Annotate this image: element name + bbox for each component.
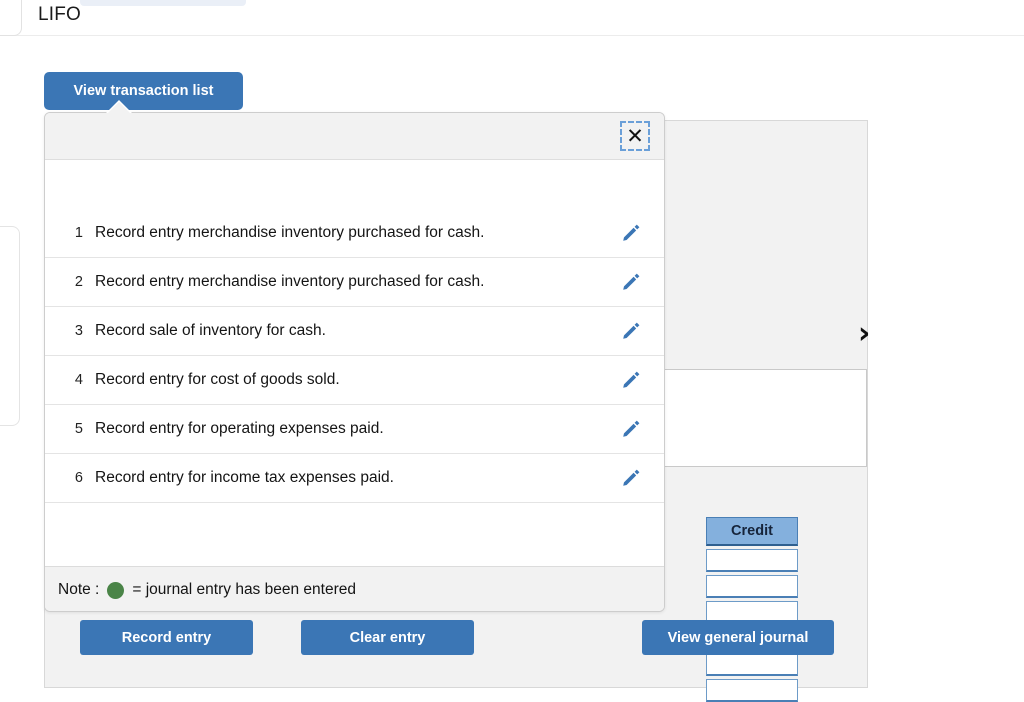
view-general-journal-button[interactable]: View general journal — [642, 620, 834, 655]
list-item-number: 4 — [74, 372, 83, 388]
close-icon-glyph: ✕ — [626, 124, 644, 148]
credit-input-cell[interactable] — [706, 575, 798, 598]
list-item[interactable]: 5 Record entry for operating expenses pa… — [45, 405, 664, 454]
pencil-icon[interactable] — [598, 369, 664, 391]
list-item-number: 3 — [74, 323, 83, 339]
note-text: = journal entry has been entered — [132, 581, 356, 598]
pencil-icon[interactable] — [598, 320, 664, 342]
list-item-number: 6 — [74, 470, 83, 486]
popup-header: ✕ — [45, 113, 664, 160]
credit-column-header: Credit — [706, 517, 798, 546]
view-transaction-list-button[interactable]: View transaction list — [44, 72, 243, 110]
pencil-icon[interactable] — [598, 467, 664, 489]
credit-column: Credit — [706, 517, 798, 702]
green-dot-icon — [107, 581, 125, 599]
record-entry-button[interactable]: Record entry — [80, 620, 253, 655]
clear-entry-button[interactable]: Clear entry — [301, 620, 474, 655]
corner-card-left — [0, 226, 20, 426]
list-top-spacer — [45, 160, 664, 209]
list-item-label: Record entry merchandise inventory purch… — [95, 273, 485, 290]
pencil-icon[interactable] — [598, 271, 664, 293]
popup-note: Note : = journal entry has been entered — [45, 566, 664, 611]
list-item-number: 5 — [74, 421, 83, 437]
credit-input-cell[interactable] — [706, 679, 798, 702]
list-item-label: Record entry for income tax expenses pai… — [95, 469, 394, 486]
list-item-label: Record entry merchandise inventory purch… — [95, 224, 485, 241]
list-item[interactable]: 2 Record entry merchandise inventory pur… — [45, 258, 664, 307]
page-title: LIFO — [38, 4, 82, 25]
list-item[interactable]: 6 Record entry for income tax expenses p… — [45, 454, 664, 503]
transaction-list: 1 Record entry merchandise inventory pur… — [45, 160, 664, 566]
popup-notch — [108, 102, 130, 113]
pencil-icon[interactable] — [598, 418, 664, 440]
list-item[interactable]: 1 Record entry merchandise inventory pur… — [45, 209, 664, 258]
top-tab-pill — [80, 0, 246, 6]
top-divider — [0, 35, 1024, 36]
list-item-label: Record sale of inventory for cash. — [95, 322, 326, 339]
pencil-icon[interactable] — [598, 222, 664, 244]
list-item-number: 2 — [74, 274, 83, 290]
corner-card-top-left — [0, 0, 22, 36]
chevron-right-icon[interactable]: › — [858, 319, 870, 349]
credit-input-cell[interactable] — [706, 653, 798, 676]
list-item-number: 1 — [74, 225, 83, 241]
credit-input-cell[interactable] — [706, 549, 798, 572]
close-icon[interactable]: ✕ — [620, 121, 650, 151]
list-item-label: Record entry for cost of goods sold. — [95, 371, 340, 388]
list-item[interactable]: 4 Record entry for cost of goods sold. — [45, 356, 664, 405]
note-label: Note : — [58, 581, 100, 598]
list-item[interactable]: 3 Record sale of inventory for cash. — [45, 307, 664, 356]
list-item-label: Record entry for operating expenses paid… — [95, 420, 384, 437]
transaction-list-popup: ✕ 1 Record entry merchandise inventory p… — [44, 112, 665, 612]
